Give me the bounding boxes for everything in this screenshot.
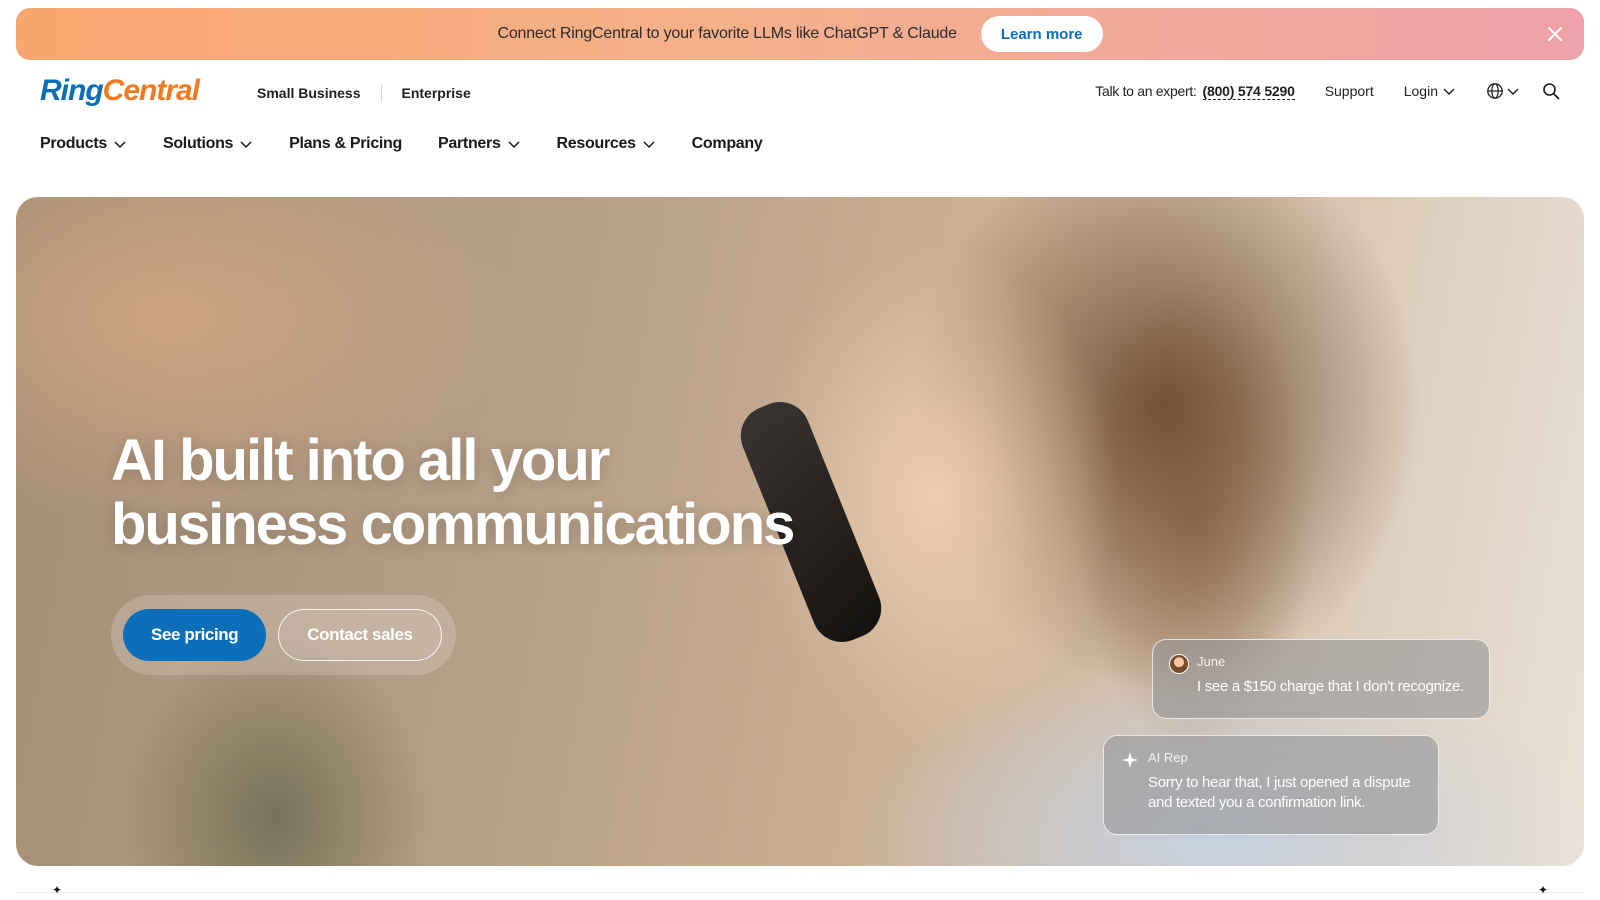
nav-label: Solutions — [162, 135, 234, 152]
sparkle-icon: ✦ — [1538, 883, 1549, 897]
chevron-down-icon — [643, 141, 655, 149]
main-nav: Products Solutions Plans & Pricing Partn… — [40, 132, 798, 156]
nav-partners[interactable]: Partners — [438, 132, 521, 156]
chevron-down-icon — [114, 141, 126, 149]
support-link[interactable]: Support — [1325, 83, 1374, 99]
nav-label: Company — [691, 135, 763, 152]
hero-banner: AI built into all your business communic… — [16, 197, 1584, 866]
segment-small-business[interactable]: Small Business — [257, 85, 361, 101]
search-button[interactable] — [1542, 82, 1560, 100]
segment-switcher: Small Business Enterprise — [257, 84, 471, 102]
nav-label: Plans & Pricing — [289, 135, 403, 152]
utility-nav: Talk to an expert: (800) 574 5290 Suppor… — [1095, 80, 1560, 102]
login-label: Login — [1403, 83, 1438, 99]
nav-solutions[interactable]: Solutions — [163, 132, 253, 156]
ringcentral-logo[interactable]: RingCentral — [40, 74, 200, 108]
chat-message: Sorry to hear that, I just opened a disp… — [1148, 774, 1411, 811]
hero-cta-group: See pricing Contact sales — [111, 595, 456, 675]
section-divider — [16, 892, 1584, 893]
nav-resources[interactable]: Resources — [557, 132, 656, 156]
nav-company[interactable]: Company — [692, 132, 763, 156]
language-selector[interactable] — [1486, 82, 1520, 100]
nav-label: Resources — [556, 135, 636, 152]
chat-message: I see a $150 charge that I don't recogni… — [1197, 678, 1464, 695]
segment-divider — [380, 84, 382, 102]
chat-speaker: June — [1197, 654, 1226, 669]
hero-title-line-2: business communications — [111, 492, 795, 557]
chevron-down-icon — [240, 141, 252, 149]
avatar — [1169, 654, 1189, 674]
expert-label: Talk to an expert: — [1095, 83, 1197, 99]
nav-plans-pricing[interactable]: Plans & Pricing — [289, 132, 402, 156]
chevron-down-icon — [1507, 88, 1519, 95]
hero-title: AI built into all your business communic… — [111, 429, 871, 557]
chat-bubble-customer: June I see a $150 charge that I don't re… — [1152, 639, 1490, 719]
hero-title-line-1: AI built into all your — [111, 428, 610, 493]
announcement-banner: Connect RingCentral to your favorite LLM… — [16, 8, 1584, 60]
chat-speaker: AI Rep — [1148, 750, 1188, 765]
logo-central: Central — [102, 74, 200, 107]
sparkle-icon — [1120, 750, 1140, 770]
expert-phone-link[interactable]: (800) 574 5290 — [1202, 83, 1295, 100]
chat-bubble-ai-rep: AI Rep Sorry to hear that, I just opened… — [1103, 735, 1439, 835]
globe-icon — [1487, 83, 1503, 99]
login-menu[interactable]: Login — [1404, 83, 1456, 99]
close-icon[interactable] — [1544, 23, 1566, 45]
contact-sales-button[interactable]: Contact sales — [278, 609, 442, 661]
nav-label: Partners — [438, 135, 501, 152]
chevron-down-icon — [508, 141, 520, 149]
chevron-down-icon — [1443, 88, 1455, 95]
banner-text: Connect RingCentral to your favorite LLM… — [497, 25, 957, 42]
learn-more-button[interactable]: Learn more — [980, 16, 1103, 52]
nav-label: Products — [40, 135, 107, 152]
logo-ring: Ring — [40, 74, 104, 107]
see-pricing-button[interactable]: See pricing — [123, 609, 267, 661]
search-icon — [1543, 83, 1560, 100]
nav-products[interactable]: Products — [40, 132, 127, 156]
sparkle-icon: ✦ — [52, 883, 63, 897]
segment-enterprise[interactable]: Enterprise — [402, 85, 471, 101]
